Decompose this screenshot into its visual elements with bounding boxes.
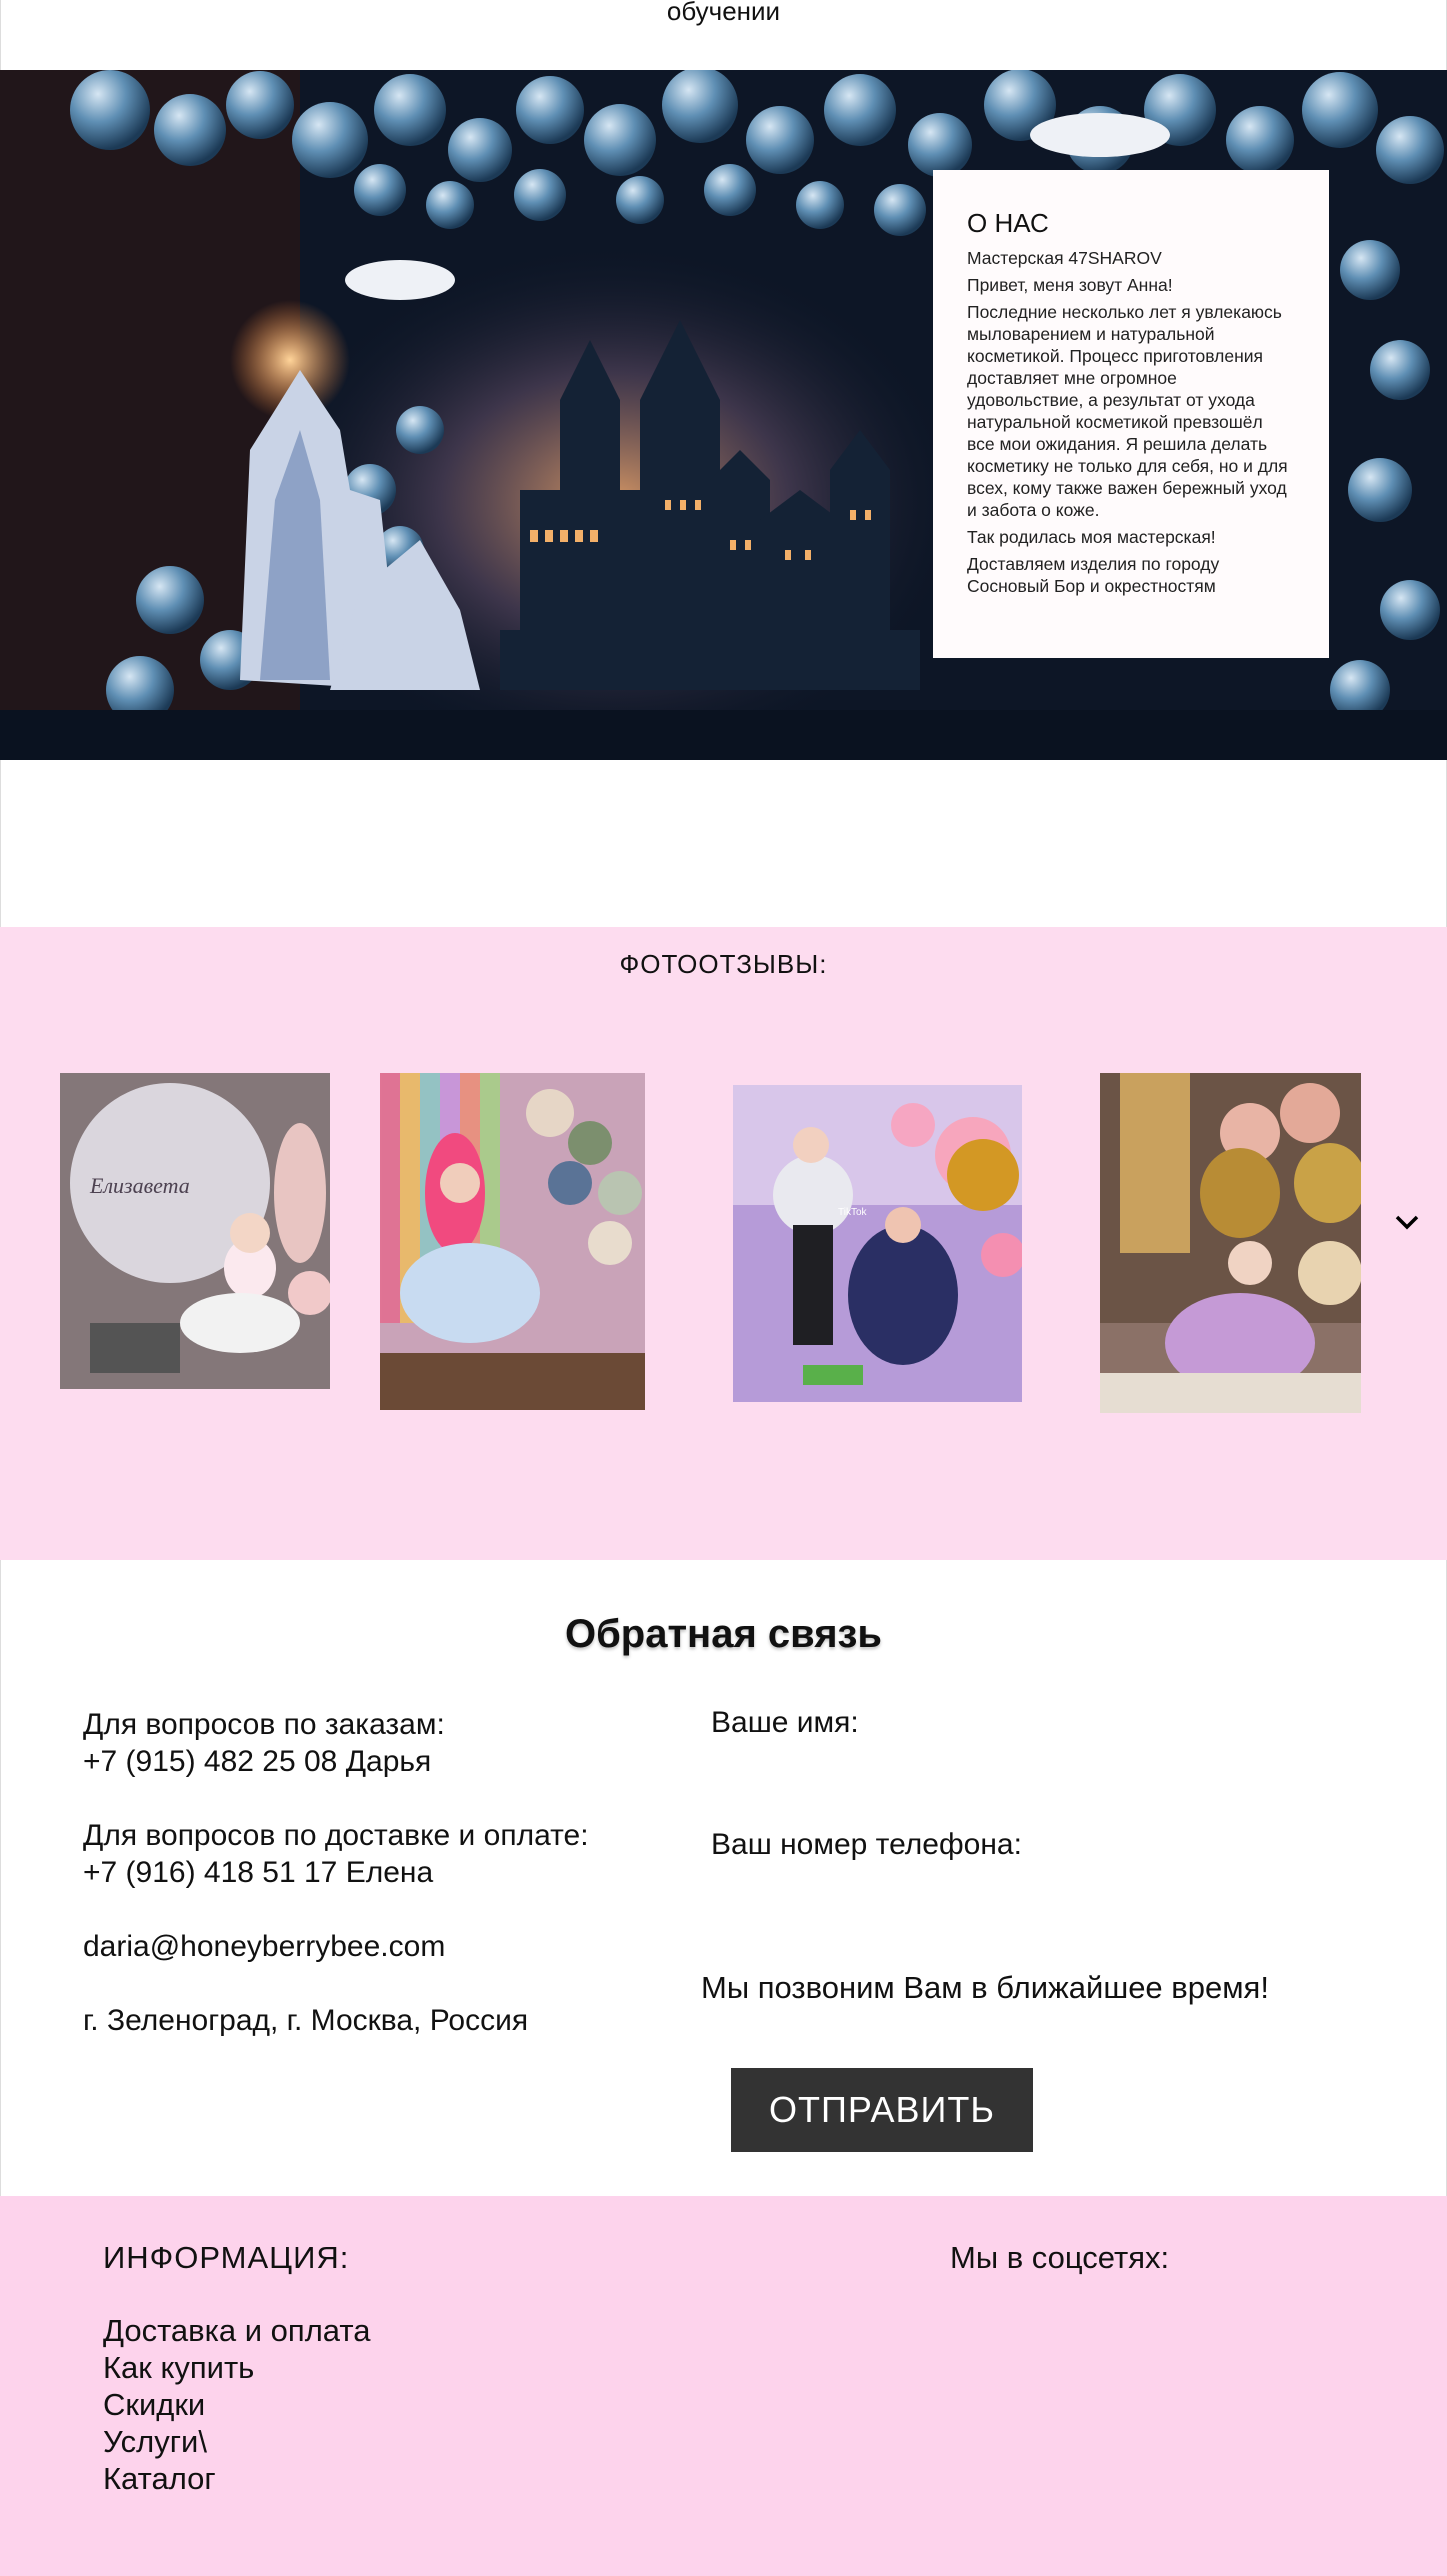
phone-label: Ваш номер телефона: — [711, 1828, 1022, 1861]
contacts-block: Для вопросов по заказам: +7 (915) 482 25… — [83, 1706, 603, 2076]
spacer — [0, 760, 1447, 927]
top-title-fragment: обучении — [666, 0, 781, 26]
review-photo-4-image — [1100, 1073, 1361, 1413]
footer-link-delivery[interactable]: Доставка и оплата — [103, 2312, 370, 2349]
about-title: О НАС — [967, 208, 1049, 238]
footer-link-how-to-buy[interactable]: Как купить — [103, 2349, 370, 2386]
review-photo-1-balloon-text: Елизавета — [89, 1173, 190, 1198]
footer: ИНФОРМАЦИЯ: Доставка и оплата Как купить… — [0, 2196, 1447, 2576]
callback-note: Мы позвоним Вам в ближайшее время! — [701, 1970, 1269, 2005]
hero-banner: О НАС Мастерская 47SHAROV Привет, меня з… — [0, 70, 1447, 760]
review-photo-2-image — [380, 1073, 645, 1410]
footer-links: Доставка и оплата Как купить Скидки Услу… — [103, 2312, 370, 2497]
chevron-down-icon — [1395, 1215, 1419, 1230]
orders-label: Для вопросов по заказам: — [83, 1708, 445, 1741]
review-photo-3[interactable]: TikTok — [733, 1085, 1022, 1402]
about-story: Последние несколько лет я увлекаюсь мыло… — [967, 302, 1288, 520]
review-photo-2[interactable] — [380, 1073, 645, 1410]
delivery-phone[interactable]: +7 (916) 418 51 17 Елена — [83, 1854, 603, 1891]
about-card: О НАС Мастерская 47SHAROV Привет, меня з… — [933, 170, 1329, 658]
about-studio-name: Мастерская 47SHAROV — [967, 248, 1162, 268]
phone-input[interactable] — [709, 1874, 1269, 1914]
reviews-title: ФОТООТЗЫВЫ: — [619, 949, 828, 979]
about-origin: Так родилась моя мастерская! — [967, 527, 1216, 547]
footer-link-discounts[interactable]: Скидки — [103, 2386, 370, 2423]
footer-link-catalog[interactable]: Каталог — [103, 2460, 370, 2497]
about-greeting: Привет, меня зовут Анна! — [967, 275, 1173, 295]
about-delivery: Доставляем изделия по городу Сосновый Бо… — [967, 554, 1220, 596]
delivery-label: Для вопросов по доставке и оплате: — [83, 1819, 589, 1852]
review-photo-1[interactable]: Елизавета — [60, 1073, 330, 1389]
name-input[interactable] — [709, 1752, 1269, 1792]
footer-social-title: Мы в соцсетях: — [950, 2240, 1170, 2275]
top-strip: обучении — [0, 0, 1447, 70]
submit-button[interactable]: ОТПРАВИТЬ — [731, 2068, 1033, 2152]
carousel-next-button[interactable] — [1392, 1207, 1422, 1237]
feedback-title: Обратная связь — [564, 1612, 883, 1656]
feedback-section: Обратная связь Для вопросов по заказам: … — [0, 1560, 1447, 2196]
contact-address: г. Зеленоград, г. Москва, Россия — [83, 2004, 529, 2037]
footer-info-title: ИНФОРМАЦИЯ: — [103, 2240, 350, 2275]
review-photo-3-sign-text: TikTok — [838, 1207, 868, 1218]
review-photo-3-image: TikTok — [733, 1085, 1022, 1402]
name-label: Ваше имя: — [711, 1706, 859, 1739]
orders-phone[interactable]: +7 (915) 482 25 08 Дарья — [83, 1743, 603, 1780]
review-photo-4[interactable] — [1100, 1073, 1361, 1413]
review-photo-1-image: Елизавета — [60, 1073, 330, 1389]
contact-email[interactable]: daria@honeyberrybee.com — [83, 1928, 603, 1965]
photo-reviews-section: ФОТООТЗЫВЫ: Елизавета TikTok — [0, 927, 1447, 1560]
footer-link-services[interactable]: Услуги\ — [103, 2423, 370, 2460]
